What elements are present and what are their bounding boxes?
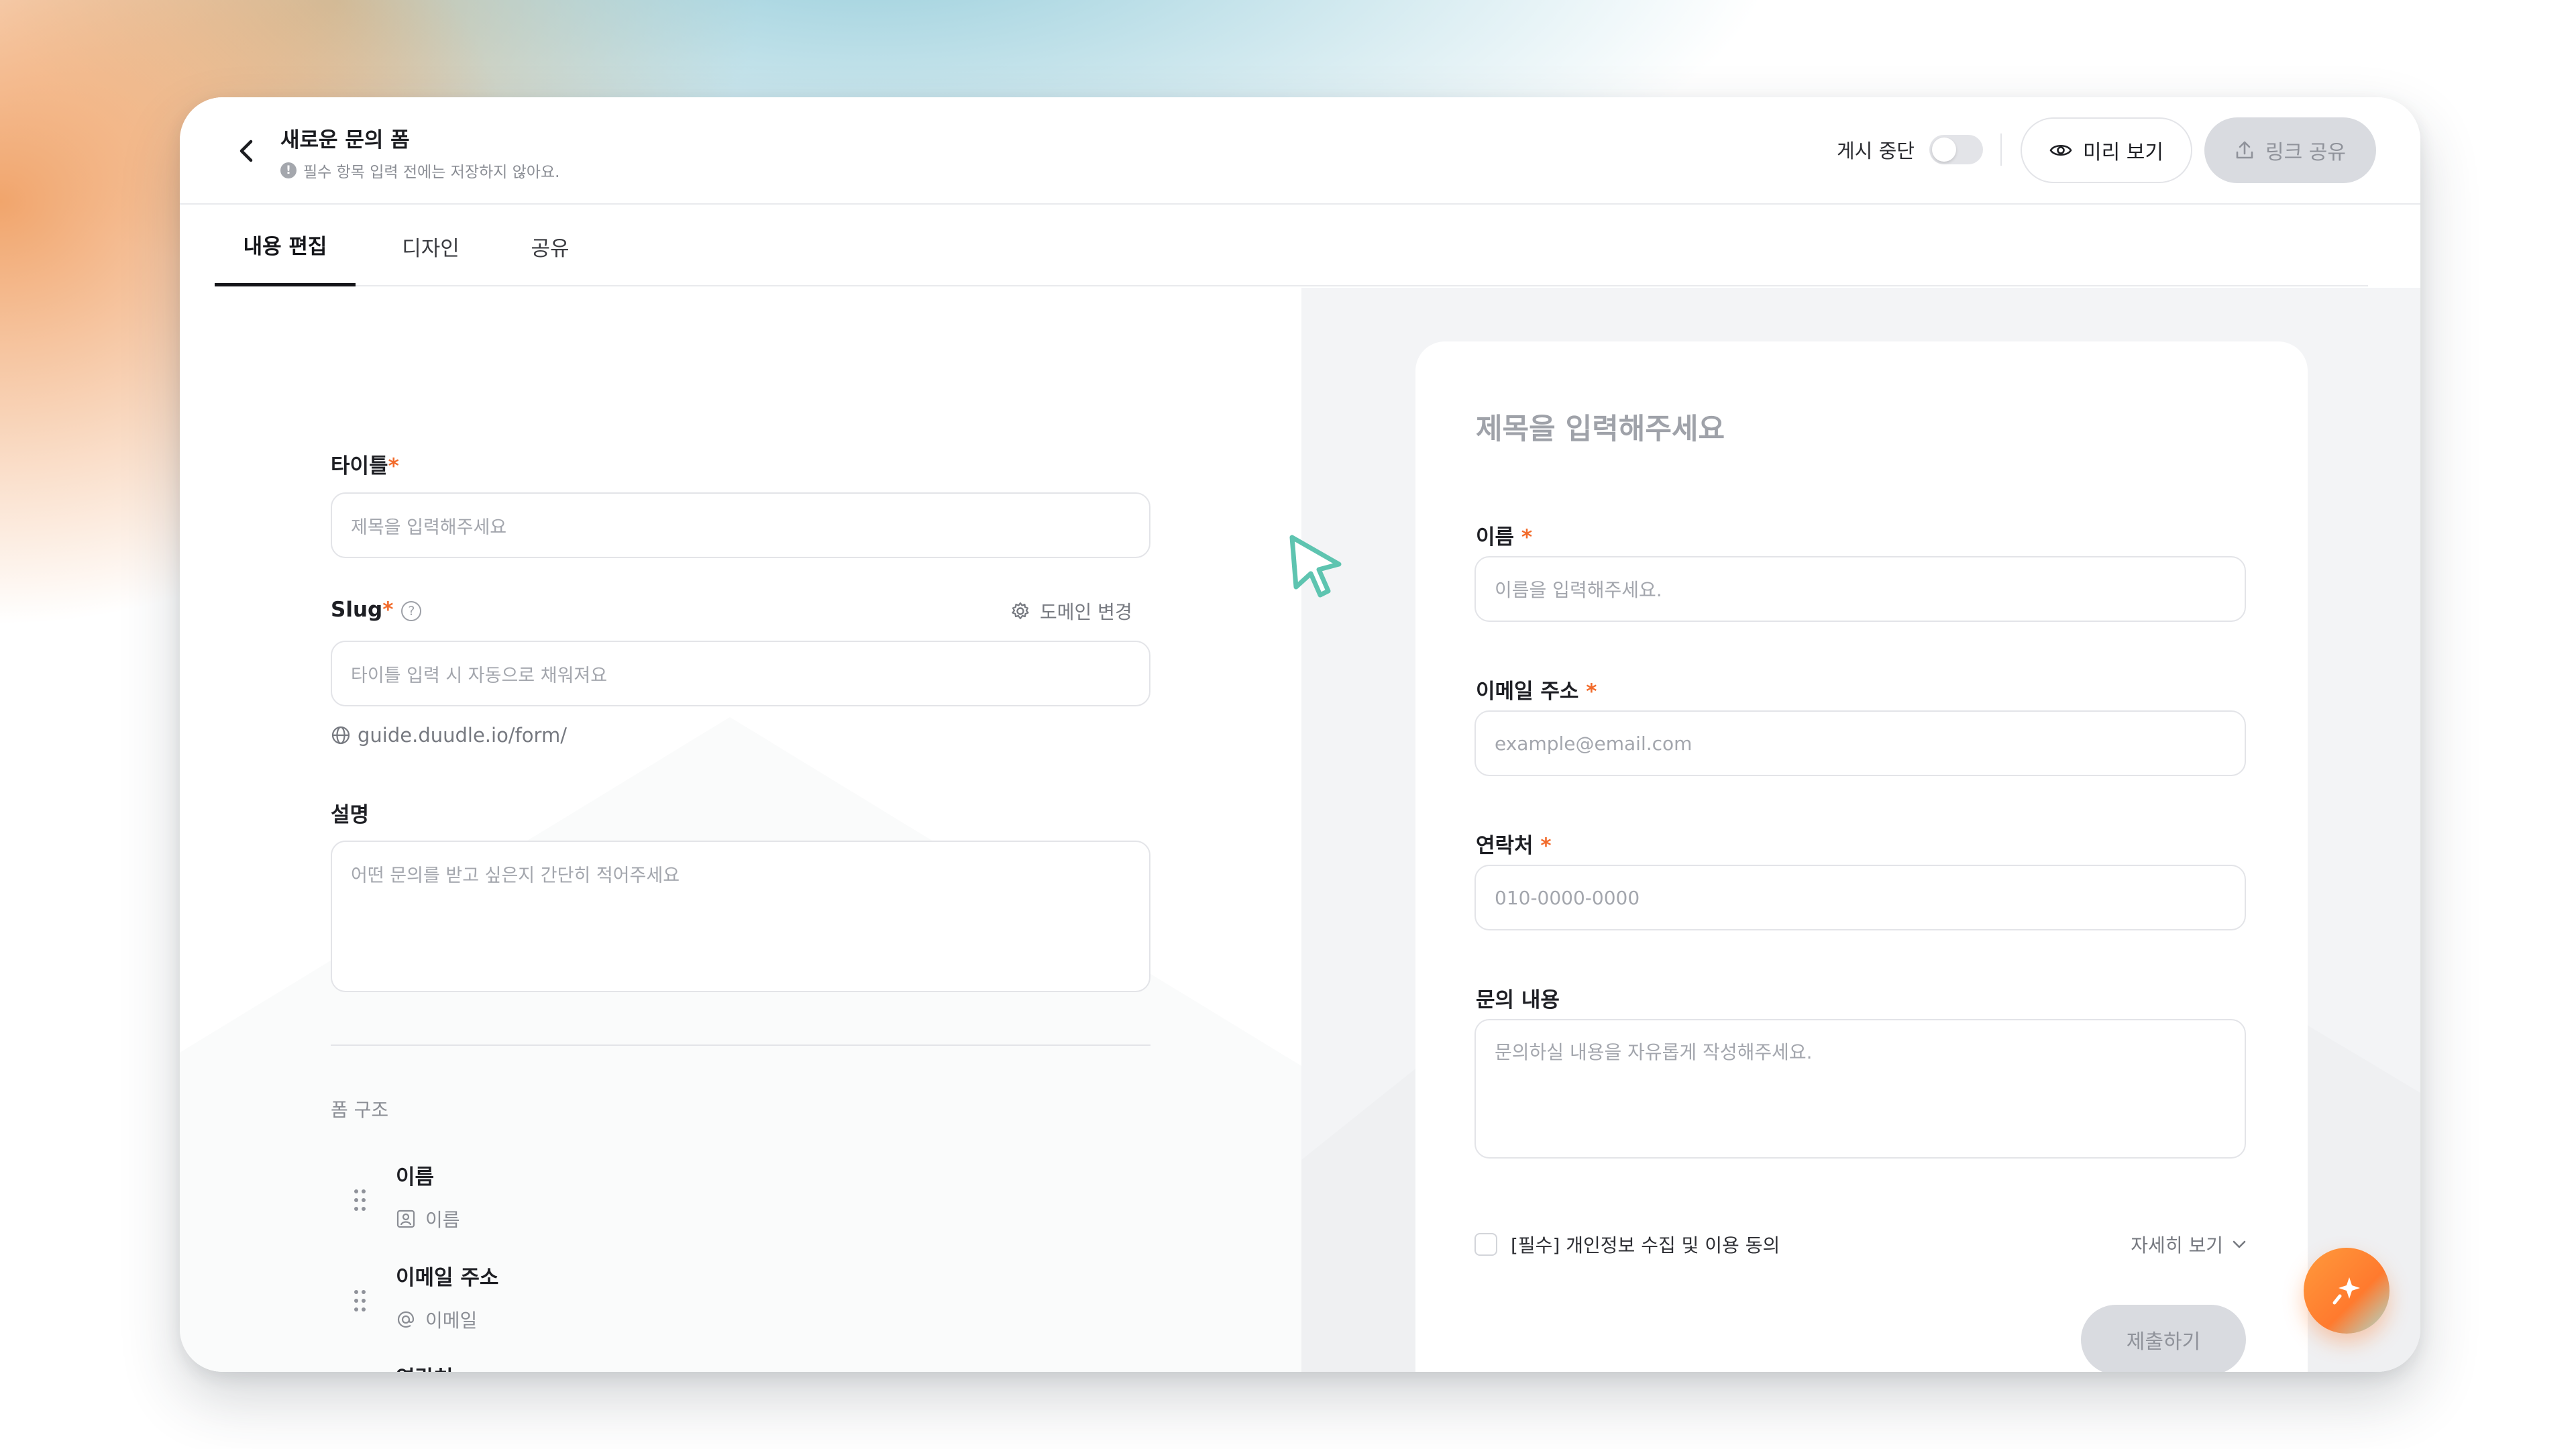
- header-divider: [2000, 133, 2002, 166]
- editor-panel: 타이틀* 제목을 입력해주세요 Slug*? 도메인 변경 타이틀 입력 시 자…: [180, 288, 1301, 1372]
- required-mark: *: [1540, 834, 1552, 858]
- magic-assist-button[interactable]: [2304, 1248, 2390, 1334]
- slug-label-text: Slug: [331, 598, 383, 622]
- share-link-button[interactable]: 링크 공유: [2204, 117, 2376, 183]
- save-notice: ! 필수 항목 입력 전에는 저장하지 않아요.: [280, 159, 559, 182]
- mouse-cursor-icon: [1289, 535, 1342, 598]
- submit-button[interactable]: 제출하기: [2081, 1305, 2246, 1372]
- input-placeholder: 이름을 입력해주세요.: [1495, 579, 1662, 601]
- info-icon: !: [280, 162, 297, 178]
- required-mark: *: [382, 598, 394, 622]
- upload-icon: [2236, 141, 2253, 159]
- tab-share[interactable]: 공유: [510, 206, 590, 286]
- save-notice-text: 필수 항목 입력 전에는 저장하지 않아요.: [303, 164, 560, 181]
- chevron-left-icon: [239, 140, 253, 162]
- preview-inquiry-textarea[interactable]: 문의하실 내용을 자유롭게 작성해주세요.: [1474, 1019, 2246, 1159]
- description-label: 설명: [331, 803, 370, 827]
- globe-icon: [331, 726, 350, 745]
- form-url-text: guide.duudle.io/form/: [358, 724, 567, 747]
- preview-name-input[interactable]: 이름을 입력해주세요.: [1474, 556, 2246, 622]
- structure-item-name: 연락처: [396, 1361, 453, 1372]
- consent-label: [필수] 개인정보 수집 및 이용 동의: [1511, 1234, 1780, 1256]
- publish-toggle-label: 게시 중단: [1837, 140, 1915, 162]
- share-button-label: 링크 공유: [2265, 141, 2346, 164]
- help-icon[interactable]: ?: [401, 600, 422, 621]
- input-placeholder: 문의하실 내용을 자유롭게 작성해주세요.: [1495, 1041, 1813, 1063]
- preview-field-label: 연락처 *: [1476, 828, 1552, 859]
- structure-item-type: 이름: [396, 1205, 460, 1232]
- structure-item-type-label: 이름: [425, 1209, 460, 1231]
- view-details-label: 자세히 보기: [2131, 1234, 2223, 1256]
- title-input[interactable]: 제목을 입력해주세요: [331, 492, 1150, 558]
- title-input-placeholder: 제목을 입력해주세요: [351, 517, 507, 538]
- required-mark: *: [1586, 680, 1597, 704]
- preview-phone-input[interactable]: 010-0000-0000: [1474, 865, 2246, 930]
- slug-input[interactable]: 타이틀 입력 시 자동으로 채워져요: [331, 641, 1150, 706]
- required-mark: *: [388, 454, 399, 478]
- title-field-label: 타이틀*: [331, 449, 399, 479]
- section-divider: [331, 1044, 1150, 1046]
- chevron-down-icon: [2233, 1240, 2246, 1248]
- description-textarea[interactable]: 어떤 문의를 받고 싶은지 간단히 적어주세요: [331, 841, 1150, 992]
- slug-field-label: Slug*?: [331, 598, 422, 622]
- back-button[interactable]: [232, 136, 262, 166]
- privacy-consent: [필수] 개인정보 수집 및 이용 동의: [1474, 1231, 1780, 1258]
- form-preview-card: 제목을 입력해주세요 이름 * 이름을 입력해주세요. 이메일 주소 * exa…: [1415, 341, 2308, 1372]
- structure-item-type-label: 이메일: [425, 1309, 478, 1332]
- drag-handle-icon[interactable]: [354, 1290, 368, 1313]
- description-placeholder: 어떤 문의를 받고 싶은지 간단히 적어주세요: [351, 865, 680, 886]
- drag-handle-icon[interactable]: [354, 1189, 368, 1212]
- preview-button[interactable]: 미리 보기: [2021, 117, 2192, 183]
- sparkle-icon: [2332, 1277, 2360, 1305]
- tab-content-edit[interactable]: 내용 편집: [215, 206, 356, 286]
- form-structure-label: 폼 구조: [331, 1099, 389, 1121]
- structure-item[interactable]: 이름 이름: [354, 1160, 1126, 1247]
- input-placeholder: example@email.com: [1495, 732, 1693, 755]
- consent-checkbox[interactable]: [1474, 1233, 1497, 1256]
- view-details-link[interactable]: 자세히 보기: [2131, 1231, 2247, 1258]
- form-url: guide.duudle.io/form/: [331, 724, 567, 747]
- preview-form-title: 제목을 입력해주세요: [1476, 413, 1725, 446]
- preview-field-label: 문의 내용: [1476, 988, 1560, 1012]
- domain-change-label: 도메인 변경: [1040, 601, 1132, 623]
- top-header: 새로운 문의 폼 ! 필수 항목 입력 전에는 저장하지 않아요. 게시 중단 …: [180, 97, 2420, 205]
- slug-input-placeholder: 타이틀 입력 시 자동으로 채워져요: [351, 665, 608, 686]
- preview-panel: 제목을 입력해주세요 이름 * 이름을 입력해주세요. 이메일 주소 * exa…: [1301, 288, 2420, 1372]
- structure-item-type: 이메일: [396, 1306, 477, 1333]
- eye-icon: [2049, 144, 2072, 156]
- publish-toggle[interactable]: [1929, 135, 1983, 164]
- page-title: 새로운 문의 폼: [280, 128, 410, 152]
- domain-change-button[interactable]: 도메인 변경: [1010, 598, 1132, 625]
- preview-field-label: 이메일 주소 *: [1476, 674, 1597, 704]
- field-label-text: 이메일 주소: [1476, 680, 1579, 704]
- required-mark: *: [1521, 525, 1533, 549]
- field-label-text: 연락처: [1476, 834, 1534, 858]
- field-label-text: 이름: [1476, 525, 1515, 549]
- input-placeholder: 010-0000-0000: [1495, 886, 1640, 909]
- preview-button-label: 미리 보기: [2083, 141, 2163, 164]
- structure-item[interactable]: 이메일 주소 이메일: [354, 1260, 1126, 1348]
- form-editor-window: 새로운 문의 폼 ! 필수 항목 입력 전에는 저장하지 않아요. 게시 중단 …: [180, 97, 2420, 1372]
- preview-email-input[interactable]: example@email.com: [1474, 710, 2246, 776]
- title-label-text: 타이틀: [331, 454, 388, 478]
- structure-item-name: 이름: [396, 1165, 435, 1189]
- gear-icon: [1012, 602, 1029, 620]
- publish-control: 게시 중단: [1837, 135, 1983, 164]
- structure-item-name: 이메일 주소: [396, 1266, 499, 1290]
- structure-item[interactable]: 연락처 전화번호: [354, 1361, 1126, 1372]
- person-card-icon: [396, 1210, 415, 1228]
- tab-bar: 내용 편집 디자인 공유: [215, 206, 2368, 286]
- tab-design[interactable]: 디자인: [382, 206, 479, 286]
- toggle-knob: [1931, 138, 1956, 162]
- preview-field-label: 이름 *: [1476, 520, 1532, 550]
- at-icon: [397, 1311, 415, 1328]
